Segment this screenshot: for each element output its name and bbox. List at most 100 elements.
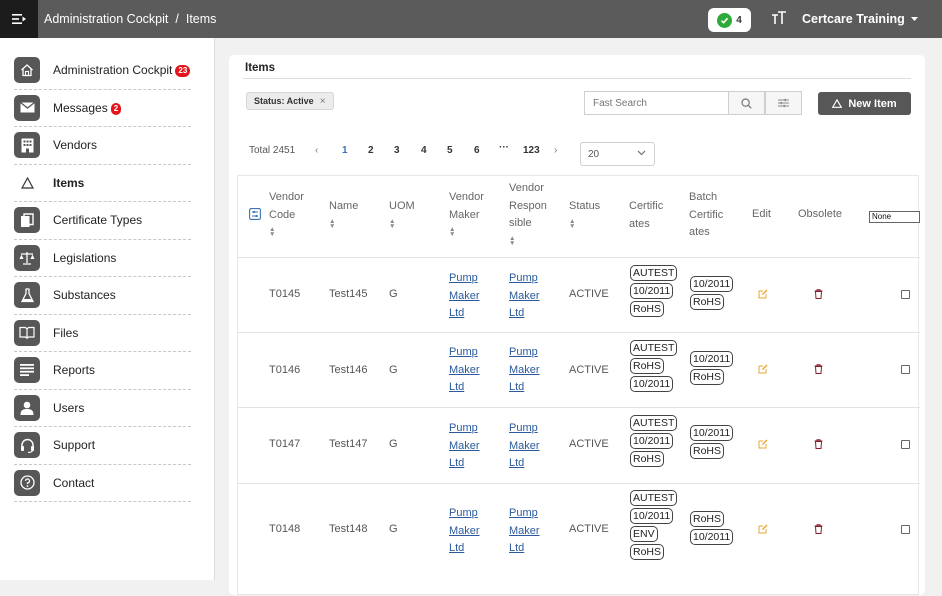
edit-icon[interactable] xyxy=(758,289,768,299)
vendor-maker-link[interactable]: Pump Maker Ltd xyxy=(449,270,480,323)
sidebar-item-users[interactable]: Users xyxy=(14,390,191,427)
page-button[interactable]: 3 xyxy=(394,145,400,156)
sidebar-item-certificate-types[interactable]: Certificate Types xyxy=(14,202,191,240)
table-row[interactable]: T0148 Test148 G Pump Maker Ltd Pump Maker Lt… xyxy=(238,483,920,596)
row-checkbox[interactable] xyxy=(901,440,910,449)
trash-icon[interactable] xyxy=(814,524,823,534)
sort-icon[interactable]: ▲ ▼ xyxy=(569,218,600,230)
certificate-tags: AUTEST 10/2011 RoHS xyxy=(630,265,678,317)
caret-down-icon xyxy=(910,16,918,21)
sidebar-item-administration-cockpit[interactable]: Administration Cockpit 23 xyxy=(14,52,191,90)
sidebar-item-support[interactable]: Support xyxy=(14,427,191,465)
obsolete-filter-select[interactable]: None xyxy=(869,211,920,223)
trash-icon[interactable] xyxy=(814,289,823,299)
sliders-icon xyxy=(778,98,789,108)
edit-icon[interactable] xyxy=(758,364,768,374)
column-settings-icon[interactable] xyxy=(249,208,261,220)
sort-icon[interactable]: ▲ ▼ xyxy=(329,218,358,230)
column-header-uom[interactable]: UOM ▲ ▼ xyxy=(389,198,415,229)
batch-certificate-tags: 10/2011 RoHS xyxy=(690,425,734,459)
notification-badge: 2 xyxy=(110,102,122,115)
certificate-tag: AUTEST xyxy=(630,265,678,281)
certificate-tag: ENV xyxy=(630,526,658,542)
chevron-down-icon xyxy=(637,150,646,156)
menu-toggle-button[interactable] xyxy=(0,0,38,38)
table-row[interactable]: T0146 Test146 G Pump Maker Ltd Pump Maker Lt… xyxy=(238,332,920,407)
sidebar-item-reports[interactable]: Reports xyxy=(14,352,191,390)
sidebar-item-messages[interactable]: Messages 2 xyxy=(14,90,191,127)
vendor-responsible-link[interactable]: Pump Maker Ltd xyxy=(509,270,540,323)
sort-icon[interactable]: ▲ ▼ xyxy=(389,218,415,230)
headset-icon xyxy=(14,432,40,459)
filter-chip-status[interactable]: Status: Active × xyxy=(246,92,334,110)
row-checkbox[interactable] xyxy=(901,290,910,299)
sidebar-item-items[interactable]: Items xyxy=(14,165,191,202)
sidebar-item-label: Administration Cockpit xyxy=(53,63,173,78)
prev-page-button[interactable]: ‹ xyxy=(315,145,318,156)
close-icon[interactable]: × xyxy=(320,96,326,107)
account-name: Certcare Training xyxy=(802,12,905,26)
page-ellipsis[interactable]: ··· xyxy=(499,142,509,153)
sidebar-item-vendors[interactable]: Vendors xyxy=(14,127,191,165)
sidebar: Administration Cockpit 23 Messages 2 Vendo… xyxy=(0,38,215,580)
page-button[interactable]: 4 xyxy=(421,145,427,156)
status-indicator[interactable]: 4 xyxy=(708,8,751,32)
name-cell: Test146 xyxy=(329,364,368,376)
column-header-status[interactable]: Status ▲ ▼ xyxy=(569,198,600,229)
page-button[interactable]: 123 xyxy=(523,145,540,156)
sidebar-item-legislations[interactable]: Legislations xyxy=(14,240,191,277)
search-input[interactable] xyxy=(584,91,729,115)
sort-icon[interactable]: ▲ ▼ xyxy=(269,226,304,238)
divider xyxy=(243,78,911,79)
table-row[interactable]: T0145 Test145 G Pump Maker Ltd Pump Maker Lt… xyxy=(238,257,920,332)
vendor-responsible-link[interactable]: Pump Maker Ltd xyxy=(509,344,540,397)
trash-icon[interactable] xyxy=(814,439,823,449)
page-button[interactable]: 1 xyxy=(342,145,348,156)
page-button[interactable]: 2 xyxy=(368,145,374,156)
sort-icon[interactable]: ▲ ▼ xyxy=(509,235,547,247)
edit-icon[interactable] xyxy=(758,439,768,449)
sidebar-item-contact[interactable]: Contact xyxy=(14,465,191,502)
filter-settings-button[interactable] xyxy=(765,91,802,115)
trash-icon[interactable] xyxy=(814,364,823,374)
vendor-maker-link[interactable]: Pump Maker Ltd xyxy=(449,505,480,558)
search-button[interactable] xyxy=(728,91,765,115)
next-page-button[interactable]: › xyxy=(554,145,557,156)
batch-certificate-tag: RoHS xyxy=(690,369,725,385)
status-count: 4 xyxy=(736,14,742,26)
name-cell: Test148 xyxy=(329,523,368,535)
items-panel: Items Status: Active × New Item Total 24… xyxy=(229,55,925,595)
uom-cell: G xyxy=(389,523,398,535)
page-button[interactable]: 6 xyxy=(474,145,480,156)
text-size-icon[interactable] xyxy=(771,10,787,26)
account-menu[interactable]: Certcare Training xyxy=(802,0,918,38)
search-icon xyxy=(741,97,752,109)
row-checkbox[interactable] xyxy=(901,525,910,534)
column-header-vendor-responsible[interactable]: Vendor Respon sible ▲ ▼ xyxy=(509,180,547,246)
column-header-vendor-code[interactable]: Vendor Code ▲ ▼ xyxy=(269,189,304,238)
vendor-maker-link[interactable]: Pump Maker Ltd xyxy=(449,344,480,397)
page-size-select[interactable]: 20 xyxy=(580,142,655,166)
items-table: Vendor Code ▲ ▼ Name ▲ ▼ UOM ▲ ▼ Vendor Mak… xyxy=(237,175,920,596)
vendor-responsible-link[interactable]: Pump Maker Ltd xyxy=(509,420,540,473)
page-button[interactable]: 5 xyxy=(447,145,453,156)
row-checkbox[interactable] xyxy=(901,365,910,374)
table-row[interactable]: T0147 Test147 G Pump Maker Ltd Pump Maker Lt… xyxy=(238,407,920,483)
sidebar-item-label: Vendors xyxy=(53,138,98,153)
breadcrumb-separator: / xyxy=(175,12,179,26)
new-item-button[interactable]: New Item xyxy=(818,92,911,115)
sort-icon[interactable]: ▲ ▼ xyxy=(449,226,484,238)
sidebar-item-files[interactable]: Files xyxy=(14,315,191,352)
vendor-responsible-link[interactable]: Pump Maker Ltd xyxy=(509,505,540,558)
column-header-name[interactable]: Name ▲ ▼ xyxy=(329,198,358,229)
edit-icon[interactable] xyxy=(758,524,768,534)
column-header-vendor-maker[interactable]: Vendor Maker ▲ ▼ xyxy=(449,189,484,238)
total-count: Total 2451 xyxy=(249,145,296,156)
user-icon xyxy=(14,394,40,421)
breadcrumb: Administration Cockpit / Items xyxy=(44,0,216,38)
vendor-code-cell: T0146 xyxy=(269,364,301,376)
uom-cell: G xyxy=(389,288,398,300)
sidebar-item-substances[interactable]: Substances xyxy=(14,277,191,315)
breadcrumb-root[interactable]: Administration Cockpit xyxy=(44,12,168,26)
vendor-maker-link[interactable]: Pump Maker Ltd xyxy=(449,420,480,473)
